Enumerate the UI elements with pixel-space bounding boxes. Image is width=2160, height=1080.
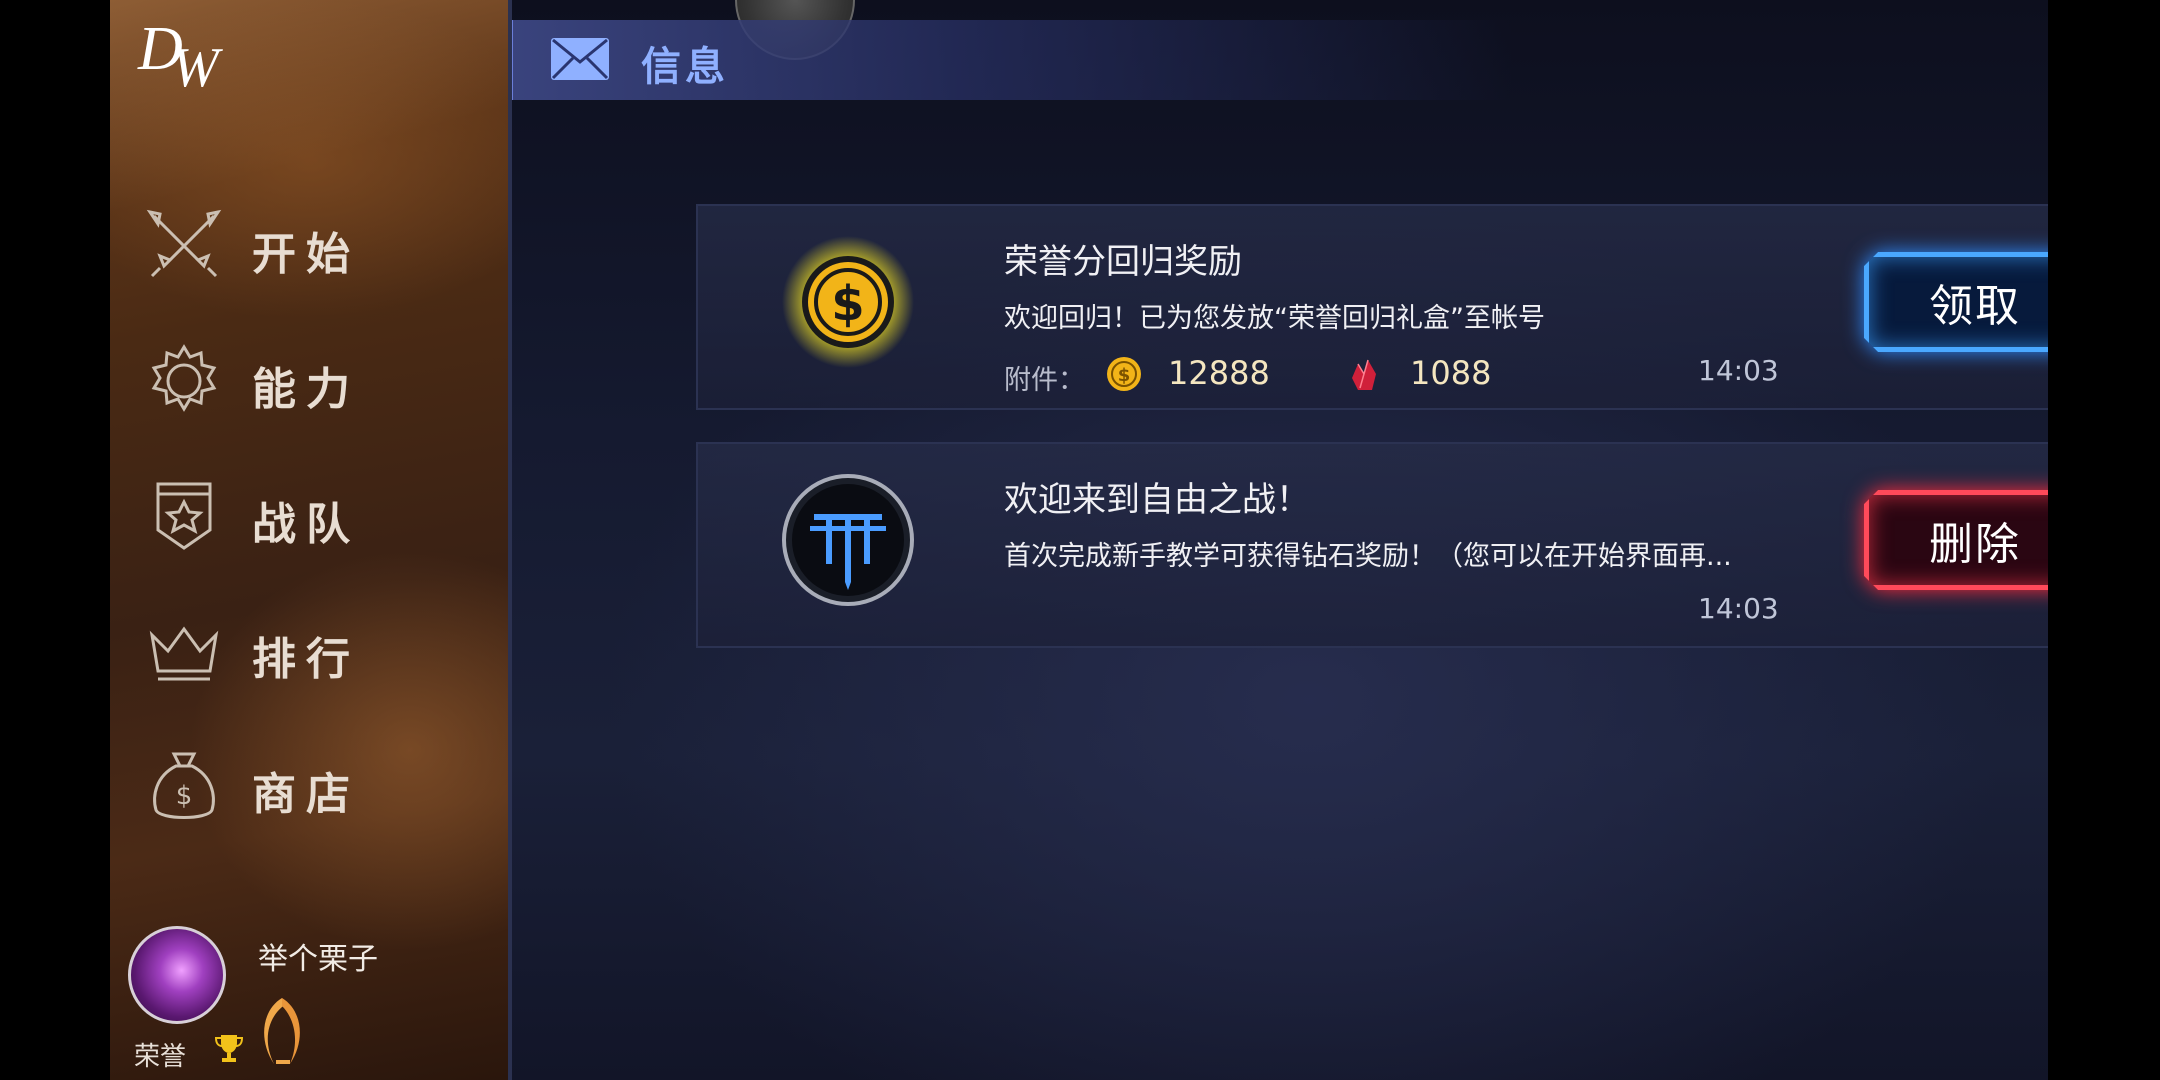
trophy-icon [214, 1035, 244, 1062]
delete-button-glow: 删除 [1856, 482, 2048, 598]
player-profile[interactable]: 举个栗子 荣誉 [128, 920, 498, 1080]
claim-button-glow: 领取 [1856, 244, 2048, 360]
mail-icon [551, 38, 609, 80]
message-time: 14:03 [1698, 592, 1779, 625]
shield-star-icon [146, 478, 222, 554]
coin-reward-icon: $ [782, 236, 914, 368]
game-logo: D W [138, 14, 238, 99]
avatar[interactable] [128, 926, 226, 1024]
username: 举个栗子 [258, 942, 378, 977]
sidebar-item-label: 战队 [252, 499, 360, 550]
sidebar-item-label: 开始 [252, 229, 360, 280]
logo-letter-w: W [172, 37, 219, 99]
panel-header: 信息 [508, 20, 1513, 100]
honor-label: 荣誉 [134, 1042, 187, 1072]
message-card[interactable]: 欢迎来到自由之战！ 首次完成新手教学可获得钻石奖励！（您可以在开始界面再... … [696, 442, 2048, 648]
gear-icon [146, 343, 222, 419]
panel-divider [508, 0, 512, 1080]
sidebar-item-label: 商店 [252, 769, 360, 820]
rank-badge-icon [264, 998, 300, 1064]
crossed-swords-icon [146, 208, 222, 284]
gem-icon [1352, 359, 1376, 390]
game-emblem-icon [782, 474, 914, 606]
gem-amount: 1088 [1410, 354, 1492, 392]
svg-text:$: $ [176, 781, 193, 811]
delete-button[interactable]: 删除 [1864, 490, 2048, 590]
svg-text:$: $ [1118, 365, 1131, 386]
message-card[interactable]: $ 荣誉分回归奖励 欢迎回归！已为您发放“荣誉回归礼盒”至帐号 附件： $ 12… [696, 204, 2048, 410]
app-window: D W 开始 能力 战队 排行 $ 商店 举个栗子 荣誉 信息 $ 荣誉分回归奖… [110, 0, 2048, 1080]
message-title: 荣誉分回归奖励 [1004, 242, 1242, 282]
crown-icon [146, 613, 222, 689]
sidebar-item-label: 排行 [252, 634, 360, 685]
money-bag-icon: $ [146, 748, 222, 824]
claim-button[interactable]: 领取 [1864, 252, 2048, 352]
sidebar-item-start[interactable]: 开始 [110, 192, 508, 302]
sidebar-item-ability[interactable]: 能力 [110, 327, 508, 437]
coin-icon: $ [1107, 357, 1141, 391]
sidebar-item-label: 能力 [252, 364, 360, 415]
page-title: 信息 [641, 44, 729, 90]
message-time: 14:03 [1698, 354, 1779, 387]
sidebar-item-shop[interactable]: $ 商店 [110, 732, 508, 842]
message-title: 欢迎来到自由之战！ [1004, 480, 1310, 520]
message-panel: 信息 $ 荣誉分回归奖励 欢迎回归！已为您发放“荣誉回归礼盒”至帐号 附件： $… [508, 0, 2048, 1080]
svg-text:$: $ [831, 276, 864, 332]
sidebar-item-team[interactable]: 战队 [110, 462, 508, 572]
message-text: 欢迎回归！已为您发放“荣誉回归礼盒”至帐号 [1004, 303, 1545, 334]
attachments-label: 附件： [1004, 365, 1085, 396]
sidebar-item-ranking[interactable]: 排行 [110, 597, 508, 707]
sidebar: D W 开始 能力 战队 排行 $ 商店 举个栗子 荣誉 [110, 0, 508, 1080]
coin-amount: 12888 [1168, 354, 1270, 392]
message-text: 首次完成新手教学可获得钻石奖励！（您可以在开始界面再... [1004, 541, 1732, 572]
